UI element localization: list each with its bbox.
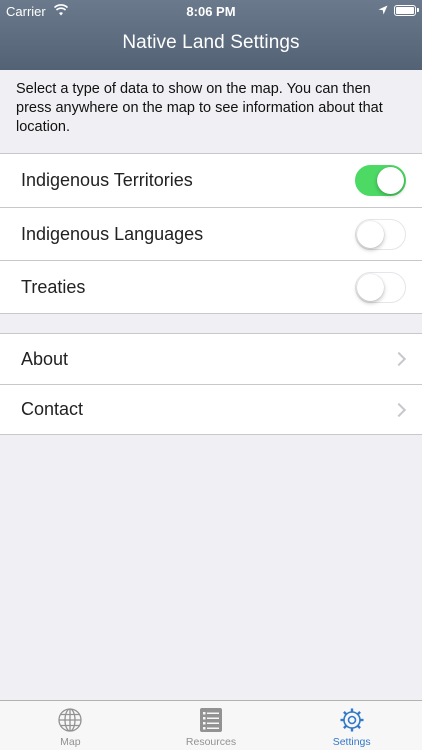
tab-label: Resources bbox=[185, 736, 237, 748]
map-layers-group: Indigenous Territories Indigenous Langua… bbox=[0, 153, 422, 314]
layer-row-indigenous-languages: Indigenous Languages bbox=[0, 207, 422, 260]
layer-label: Indigenous Territories bbox=[21, 170, 193, 190]
contact-row[interactable]: Contact bbox=[0, 384, 422, 434]
treaties-toggle[interactable] bbox=[355, 272, 406, 303]
tab-bar: Map Resources Settings bbox=[0, 700, 422, 750]
toggle-knob bbox=[376, 166, 404, 194]
about-row[interactable]: About bbox=[0, 334, 422, 384]
tab-settings[interactable]: Settings bbox=[281, 701, 422, 750]
navigation-header: Carrier 8:06 PM Native Land Settings bbox=[0, 0, 422, 70]
contact-label: Contact bbox=[21, 399, 84, 419]
status-bar: Carrier 8:06 PM bbox=[0, 0, 422, 22]
page-title: Native Land Settings bbox=[122, 32, 300, 53]
globe-icon bbox=[58, 708, 82, 732]
status-time: 8:06 PM bbox=[186, 4, 236, 19]
battery-icon bbox=[394, 5, 419, 16]
info-links-group: About Contact bbox=[0, 333, 422, 435]
tab-label: Map bbox=[60, 736, 81, 748]
layer-label: Treaties bbox=[21, 276, 86, 297]
chevron-right-icon bbox=[391, 351, 407, 367]
list-icon bbox=[200, 708, 222, 732]
tab-label: Settings bbox=[332, 736, 371, 748]
about-label: About bbox=[21, 348, 69, 369]
chevron-right-icon bbox=[391, 402, 407, 417]
layer-row-treaties: Treaties bbox=[0, 260, 422, 313]
settings-description: Select a type of data to show on the map… bbox=[16, 81, 383, 135]
location-arrow-icon bbox=[378, 5, 388, 15]
toggle-knob bbox=[356, 220, 384, 248]
layer-label: Indigenous Languages bbox=[21, 223, 204, 244]
toggle-knob bbox=[356, 273, 384, 301]
tab-resources[interactable]: Resources bbox=[141, 701, 282, 750]
layer-row-indigenous-territories: Indigenous Territories bbox=[0, 154, 422, 207]
territories-toggle[interactable] bbox=[355, 165, 406, 196]
languages-toggle[interactable] bbox=[355, 219, 406, 250]
tab-map[interactable]: Map bbox=[0, 701, 141, 750]
gear-icon bbox=[340, 708, 364, 732]
